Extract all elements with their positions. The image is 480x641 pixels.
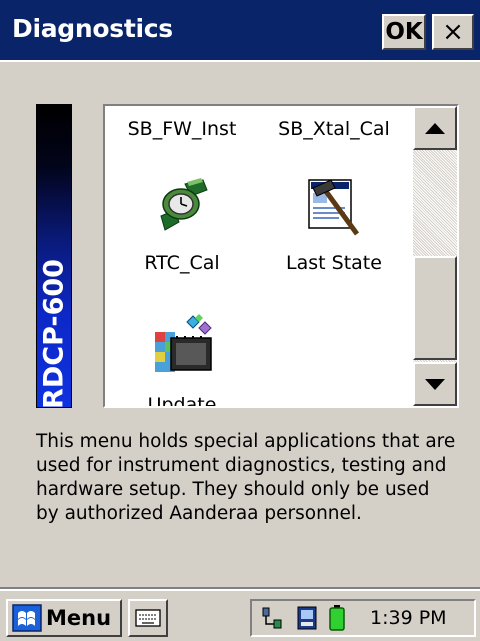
clock[interactable]: 1:39 PM xyxy=(370,607,447,629)
vertical-scrollbar[interactable] xyxy=(413,106,457,406)
list-item-update[interactable]: Update xyxy=(107,304,257,406)
arrow-up-icon xyxy=(425,122,445,134)
close-button[interactable]: × xyxy=(432,14,474,50)
list-item-sb-fw-inst[interactable]: SB_FW_Inst xyxy=(107,118,257,140)
keyboard-button[interactable] xyxy=(128,599,168,637)
scroll-down-button[interactable] xyxy=(413,362,457,406)
battery-icon[interactable] xyxy=(328,604,346,632)
scrollbar-thumb[interactable] xyxy=(413,256,457,360)
ok-button[interactable]: OK xyxy=(382,14,426,50)
list-item-last-state[interactable]: Last State xyxy=(259,176,409,286)
device-icon[interactable] xyxy=(296,605,318,631)
update-chip-icon xyxy=(155,314,212,372)
keyboard-icon xyxy=(135,609,161,627)
start-menu-button[interactable]: Menu xyxy=(6,599,122,637)
taskbar: Menu 1:39 PM xyxy=(0,589,480,641)
list-viewport: SB_FW_Inst SB_Xtal_Cal RTC_Cal Last Stat… xyxy=(105,106,413,406)
system-tray: 1:39 PM xyxy=(250,599,476,637)
start-menu-label: Menu xyxy=(46,606,112,630)
title-bar: Diagnostics OK × xyxy=(0,0,480,60)
list-item-label: Last State xyxy=(286,252,382,274)
list-item-label: RTC_Cal xyxy=(144,252,220,274)
title-divider xyxy=(0,60,480,62)
banner-label: RDCP-600 xyxy=(38,259,70,409)
network-icon[interactable] xyxy=(260,605,286,631)
hammer-document-icon xyxy=(308,179,360,236)
window-title: Diagnostics xyxy=(12,14,173,43)
product-banner: RDCP-600 xyxy=(36,104,72,409)
application-list: SB_FW_Inst SB_Xtal_Cal RTC_Cal Last Stat… xyxy=(103,104,459,408)
screen: Diagnostics OK × RDCP-600 SB_FW_Inst SB_… xyxy=(0,0,480,641)
arrow-down-icon xyxy=(425,378,445,390)
description-text: This menu holds special applications tha… xyxy=(36,431,456,524)
list-item-sb-xtal-cal[interactable]: SB_Xtal_Cal xyxy=(259,118,409,140)
windows-logo-icon xyxy=(12,604,42,632)
list-item-label: Update xyxy=(147,394,217,406)
list-item-label: SB_Xtal_Cal xyxy=(278,118,390,140)
scroll-up-button[interactable] xyxy=(413,106,457,150)
list-item-rtc-cal[interactable]: RTC_Cal xyxy=(107,176,257,286)
list-item-label: SB_FW_Inst xyxy=(127,118,237,140)
watch-icon xyxy=(160,178,208,231)
